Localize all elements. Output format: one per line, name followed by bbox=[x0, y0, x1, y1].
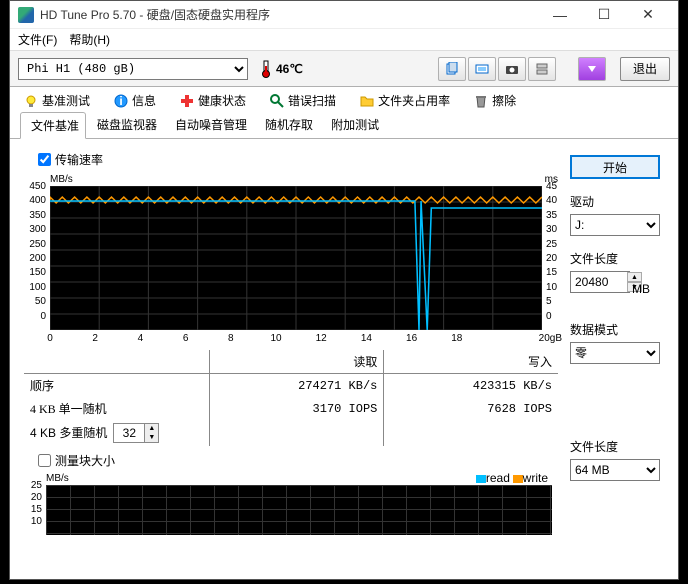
temperature-value: 46℃ bbox=[276, 62, 303, 76]
save-screenshot-button[interactable] bbox=[498, 57, 526, 81]
transfer-rate-checkbox[interactable]: 传输速率 bbox=[38, 151, 562, 168]
bulb-icon bbox=[24, 94, 38, 108]
minimize-button[interactable]: — bbox=[538, 1, 582, 29]
tab-folder-usage[interactable]: 文件夹占用率 bbox=[356, 90, 454, 111]
tab-health[interactable]: 健康状态 bbox=[176, 90, 250, 111]
maximize-button[interactable]: ☐ bbox=[582, 1, 626, 29]
magnifier-icon bbox=[270, 94, 284, 108]
menubar: 文件(F) 帮助(H) bbox=[10, 29, 678, 51]
data-mode-select[interactable]: 零 bbox=[570, 342, 660, 364]
file-length2-select[interactable]: 64 MB bbox=[570, 459, 660, 481]
menu-file[interactable]: 文件(F) bbox=[18, 31, 57, 48]
close-button[interactable]: ✕ bbox=[626, 1, 670, 29]
copy-screenshot-button[interactable] bbox=[468, 57, 496, 81]
temperature-display: 46℃ bbox=[260, 60, 303, 78]
file-length-input[interactable]: ▲▼ bbox=[570, 271, 630, 293]
tab-random-access[interactable]: 随机存取 bbox=[254, 111, 320, 138]
svg-text:i: i bbox=[119, 94, 122, 108]
tab-row-upper: 基准测试 i信息 健康状态 错误扫描 文件夹占用率 擦除 bbox=[10, 87, 678, 111]
health-icon bbox=[180, 94, 194, 108]
folder-icon bbox=[360, 94, 374, 108]
tab-error-scan[interactable]: 错误扫描 bbox=[266, 90, 340, 111]
tab-extra-tests[interactable]: 附加测试 bbox=[320, 111, 386, 138]
menu-help[interactable]: 帮助(H) bbox=[69, 31, 110, 48]
titlebar: HD Tune Pro 5.70 - 硬盘/固态硬盘实用程序 — ☐ ✕ bbox=[10, 1, 678, 29]
tab-erase[interactable]: 擦除 bbox=[470, 90, 520, 111]
thermometer-icon bbox=[260, 60, 272, 78]
drive-letter-select[interactable]: J: bbox=[570, 214, 660, 236]
toolbar: Phi H1 (480 gB) 46℃ 退出 bbox=[10, 51, 678, 87]
blocksize-chart: MB/s read write 10152025 bbox=[24, 475, 558, 535]
minimize-to-tray-button[interactable] bbox=[578, 57, 606, 81]
app-icon bbox=[18, 7, 34, 23]
start-button[interactable]: 开始 bbox=[570, 155, 660, 179]
block-size-checkbox[interactable]: 测量块大小 bbox=[38, 452, 562, 469]
options-button[interactable] bbox=[528, 57, 556, 81]
trash-icon bbox=[474, 94, 488, 108]
tab-row-lower: 文件基准 磁盘监视器 自动噪音管理 随机存取 附加测试 bbox=[10, 111, 678, 139]
exit-button[interactable]: 退出 bbox=[620, 57, 670, 81]
tab-aam[interactable]: 自动噪音管理 bbox=[164, 111, 254, 138]
drive-select[interactable]: Phi H1 (480 gB) bbox=[18, 58, 248, 80]
transfer-chart: MB/s ms 05010015020025030035040045005101… bbox=[24, 174, 562, 344]
tab-file-benchmark[interactable]: 文件基准 bbox=[20, 112, 86, 139]
results-table: 读取写入 顺序274271 KB/s423315 KB/s 4 KB 单一随机3… bbox=[24, 350, 558, 446]
tab-info[interactable]: i信息 bbox=[110, 90, 160, 111]
multi-random-spinner[interactable]: ▲▼ bbox=[113, 423, 159, 443]
tab-disk-monitor[interactable]: 磁盘监视器 bbox=[86, 111, 164, 138]
tab-benchmark[interactable]: 基准测试 bbox=[20, 90, 94, 111]
copy-info-button[interactable] bbox=[438, 57, 466, 81]
window-title: HD Tune Pro 5.70 - 硬盘/固态硬盘实用程序 bbox=[40, 6, 538, 23]
info-icon: i bbox=[114, 94, 128, 108]
